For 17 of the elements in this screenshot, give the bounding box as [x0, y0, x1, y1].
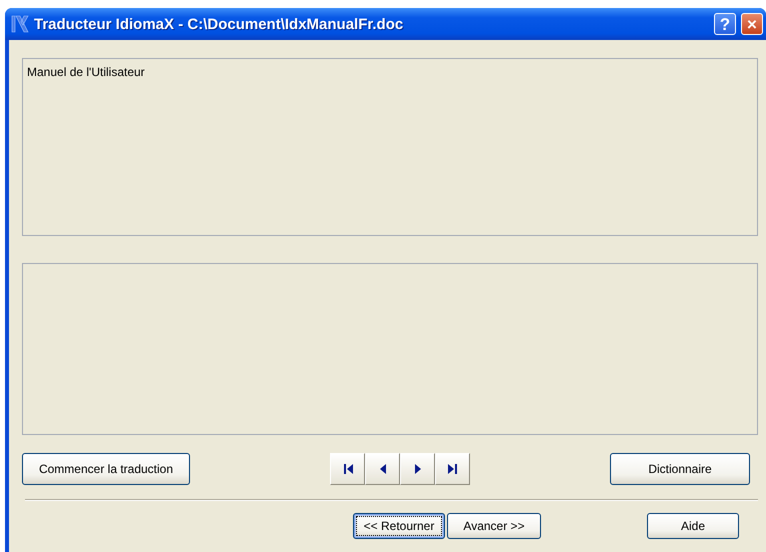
- skip-back-icon: [342, 463, 354, 475]
- dictionary-button[interactable]: Dictionnaire: [610, 453, 750, 485]
- previous-page-button[interactable]: [365, 453, 400, 485]
- source-text: Manuel de l'Utilisateur: [27, 65, 145, 79]
- help-button[interactable]: ?: [714, 13, 736, 35]
- first-page-button[interactable]: [330, 453, 365, 485]
- start-translation-button[interactable]: Commencer la traduction: [22, 453, 190, 485]
- next-button[interactable]: Avancer >>: [447, 513, 541, 539]
- last-page-button[interactable]: [435, 453, 470, 485]
- help-button[interactable]: Aide: [647, 513, 739, 539]
- app-logo-icon: [11, 14, 29, 34]
- source-text-panel[interactable]: Manuel de l'Utilisateur: [22, 58, 758, 236]
- window-title: Traducteur IdiomaX - C:\Document\IdxManualFr.doc: [34, 16, 404, 32]
- skip-forward-icon: [446, 463, 458, 475]
- back-button[interactable]: << Retourner: [353, 513, 445, 539]
- close-button[interactable]: ×: [741, 13, 763, 35]
- next-page-button[interactable]: [400, 453, 435, 485]
